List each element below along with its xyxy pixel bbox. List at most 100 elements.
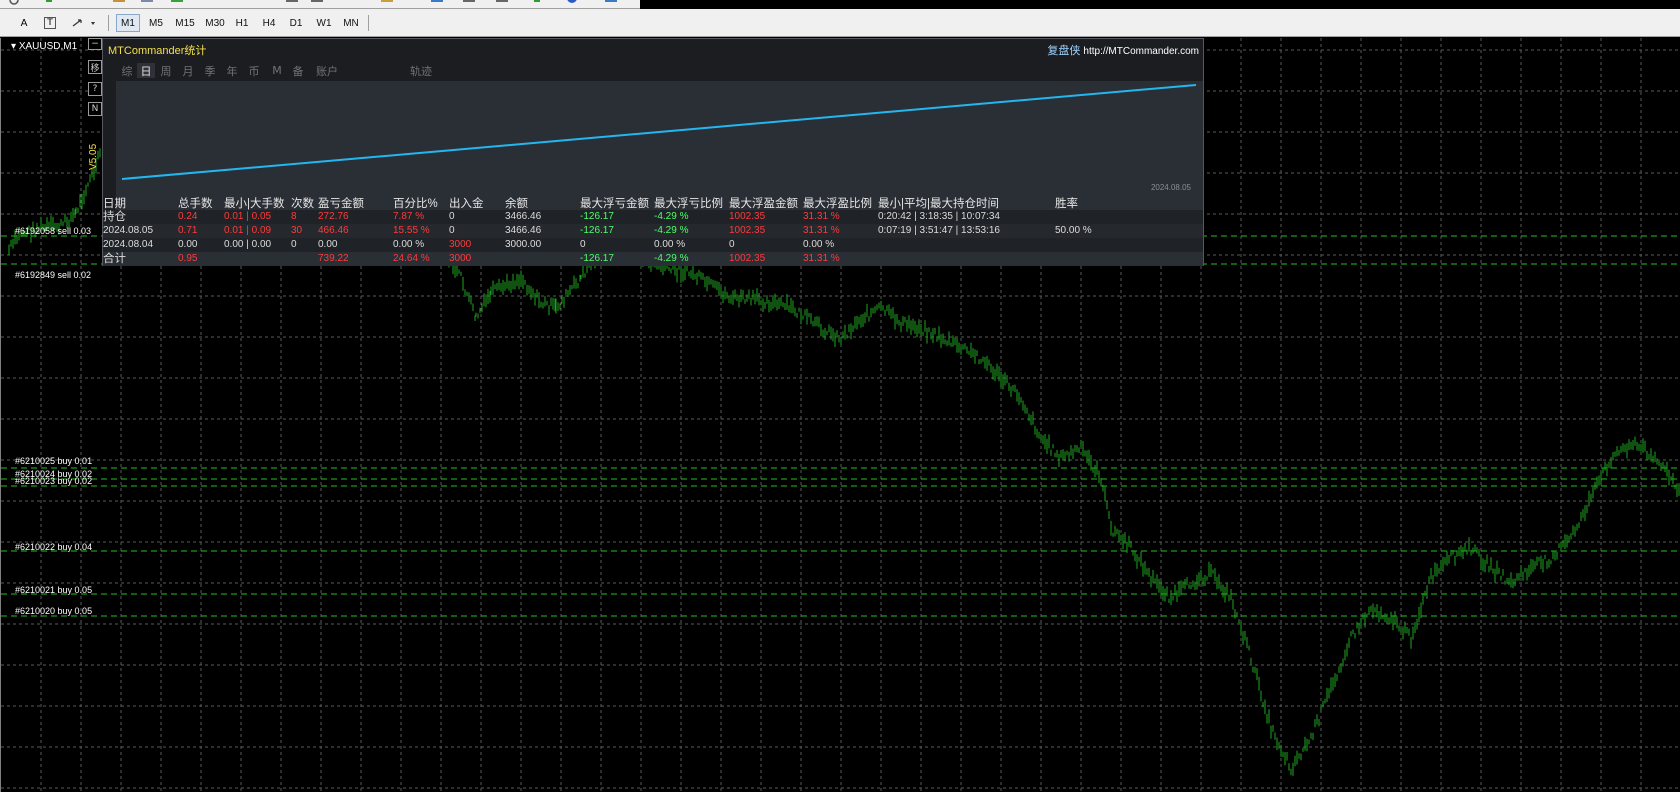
tf-m5-button[interactable]: M5 (144, 14, 168, 32)
row-minmax: 0.01 | 0.05 (224, 211, 272, 222)
order-label[interactable]: #6210023 buy 0.02 (15, 476, 92, 486)
row-pct: 7.87 % (393, 211, 425, 222)
tf-m30-button[interactable]: M30 (200, 14, 230, 32)
move-button[interactable]: 移 (88, 60, 102, 74)
row-max-loss-pct: -4.29 % (654, 211, 689, 222)
text-label-tool-icon[interactable]: T (42, 13, 58, 33)
row-winrate: 50.00 % (1055, 225, 1092, 236)
row-inout: 0 (449, 225, 455, 236)
tf-h4-button[interactable]: H4 (257, 14, 281, 32)
window-icon[interactable] (140, 0, 154, 7)
help-button[interactable]: ? (88, 82, 102, 96)
row-lots: 0.71 (178, 225, 198, 236)
order-label[interactable]: #6210022 buy 0.04 (15, 542, 92, 552)
row-inout: 3000 (449, 239, 472, 250)
order-label[interactable]: #6210020 buy 0.05 (15, 606, 92, 616)
row-max-profit: 1002.35 (729, 211, 766, 222)
row-pnl: 272.76 (318, 211, 349, 222)
row-pnl: 466.46 (318, 225, 349, 236)
tf-m15-button[interactable]: M15 (170, 14, 200, 32)
row-pct: 24.64 % (393, 253, 430, 264)
tab-day[interactable]: 日 (137, 63, 155, 78)
refresh-icon[interactable] (170, 0, 184, 7)
row-lots: 0.24 (178, 211, 198, 222)
row-max-profit-pct: 31.31 % (803, 225, 840, 236)
tab-year[interactable]: 年 (225, 63, 239, 78)
stats-panel: MTCommander统计 复盘侠 http://MTCommander.com… (102, 38, 1204, 266)
row-max-profit: 1002.35 (729, 225, 766, 236)
row-max-profit-pct: 0.00 % (803, 239, 835, 250)
order-label[interactable]: #6192849 sell 0.02 (15, 270, 91, 280)
text-tool-icon[interactable]: A (16, 13, 32, 33)
order-label[interactable]: #6210021 buy 0.05 (15, 585, 92, 595)
row-max-loss-pct: -4.29 % (654, 225, 689, 236)
zoom-in-icon[interactable] (462, 0, 476, 7)
order-label[interactable]: #6192058 sell 0.03 (15, 226, 91, 236)
tf-w1-button[interactable]: W1 (312, 14, 336, 32)
add-icon[interactable] (42, 0, 56, 7)
chart-icon[interactable] (112, 0, 126, 7)
row-balance: 3466.46 (505, 225, 542, 236)
top-toolbar (0, 0, 640, 9)
row-count: 0 (291, 239, 297, 250)
row-lots: 0.95 (178, 253, 198, 264)
tf-m1-button[interactable]: M1 (116, 14, 140, 32)
row-max-profit: 1002.35 (729, 253, 766, 264)
pencil-icon[interactable] (380, 0, 394, 7)
tab-quarter[interactable]: 季 (203, 63, 217, 78)
timeframe-toolbar: A T M1 M5 M15 M30 H1 H4 D1 W1 MN (0, 9, 1680, 37)
equity-line-path (121, 84, 1197, 180)
tab-track[interactable]: 轨迹 (407, 63, 435, 78)
tab-currency[interactable]: 币 (247, 63, 261, 78)
row-count: 30 (291, 225, 303, 236)
options-icon[interactable] (604, 0, 618, 7)
symbol-label: ▾ XAUUSD,M1 (11, 41, 78, 52)
row-balance: 3000.00 (505, 239, 542, 250)
toolbar-separator (368, 15, 369, 31)
row-hold-time: 0:20:42 | 3:18:35 | 10:07:34 (878, 211, 1000, 222)
scroll-icon[interactable] (285, 0, 299, 7)
row-date: 2024.08.05 (103, 225, 154, 236)
row-pct: 0.00 % (393, 239, 425, 250)
collapse-button[interactable]: − (88, 38, 102, 50)
tab-summary[interactable]: 综 (120, 63, 134, 78)
row-inout: 0 (449, 211, 455, 222)
zoom-out-icon[interactable] (495, 0, 509, 7)
row-max-profit-pct: 31.31 % (803, 211, 840, 222)
row-minmax: 0.00 | 0.00 (224, 239, 272, 250)
clock-icon[interactable] (565, 0, 579, 7)
tab-month[interactable]: 月 (181, 63, 195, 78)
tab-note[interactable]: 备 (291, 63, 305, 78)
tf-mn-button[interactable]: MN (338, 14, 364, 32)
row-pnl: 739.22 (318, 253, 349, 264)
table-row[interactable]: 2024.08.05 0.71 0.01 | 0.09 30 466.46 15… (103, 224, 1203, 238)
row-balance: 3466.46 (505, 211, 542, 222)
tab-m[interactable]: M (271, 63, 283, 78)
table-total-row[interactable]: 合计 0.95 739.22 24.64 % 3000 -126.17 -4.2… (103, 252, 1203, 266)
panel-title: MTCommander统计 (108, 45, 207, 57)
arrows-tool-icon[interactable] (70, 13, 100, 33)
replay-label[interactable]: 复盘侠 (1047, 45, 1080, 57)
row-date: 持仓 (103, 211, 126, 223)
row-count: 8 (291, 211, 297, 222)
search-icon[interactable] (8, 0, 22, 7)
panel-link[interactable]: 复盘侠 http://MTCommander.com (1047, 42, 1199, 58)
n-button[interactable]: N (88, 102, 102, 116)
row-max-loss-pct: 0.00 % (654, 239, 686, 250)
tab-week[interactable]: 周 (159, 63, 173, 78)
shift-icon[interactable] (310, 0, 324, 7)
tf-h1-button[interactable]: H1 (230, 14, 254, 32)
row-max-profit: 0 (729, 239, 735, 250)
row-date: 2024.08.04 (103, 239, 154, 250)
new-order-icon[interactable] (530, 0, 544, 7)
url-link[interactable]: http://MTCommander.com (1083, 46, 1199, 57)
table-row[interactable]: 2024.08.04 0.00 0.00 | 0.00 0 0.00 0.00 … (103, 238, 1203, 252)
table-row[interactable]: 持仓 0.24 0.01 | 0.05 8 272.76 7.87 % 0 34… (103, 210, 1203, 224)
row-inout: 3000 (449, 253, 472, 264)
symbol-text: XAUUSD,M1 (18, 41, 78, 52)
tab-account[interactable]: 账户 (313, 63, 341, 78)
template-icon[interactable] (430, 0, 444, 7)
row-max-loss: -126.17 (580, 211, 614, 222)
order-label[interactable]: #6210025 buy 0.01 (15, 456, 92, 466)
tf-d1-button[interactable]: D1 (284, 14, 308, 32)
